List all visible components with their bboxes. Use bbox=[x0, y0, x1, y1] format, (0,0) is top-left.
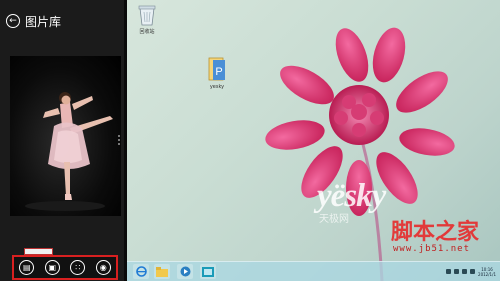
svg-text:P: P bbox=[215, 66, 222, 78]
grid-icon: ∷ bbox=[75, 262, 81, 272]
clock[interactable]: 10:16 2012/1/1 bbox=[478, 267, 496, 277]
back-button[interactable]: ← bbox=[6, 14, 20, 28]
taskbar: 10:16 2012/1/1 bbox=[127, 261, 500, 281]
app-bar-highlight: ▤ ▣ ∷ ◉ bbox=[12, 255, 118, 280]
photos-icon bbox=[202, 266, 214, 277]
app-title: 图片库 bbox=[25, 14, 62, 29]
slideshow-button[interactable]: ▤ bbox=[19, 260, 35, 275]
ballet-photo[interactable] bbox=[10, 56, 121, 216]
folder-taskbar-icon bbox=[156, 266, 168, 277]
snap-header: ← 图片库 bbox=[6, 12, 61, 30]
volume-icon[interactable] bbox=[462, 269, 468, 274]
ie-taskbar-button[interactable] bbox=[133, 264, 149, 279]
system-tray: 10:16 2012/1/1 bbox=[446, 264, 496, 279]
photos-snap-pane: ← 图片库 ▤ ▣ ∷ ◉ bbox=[0, 0, 124, 281]
camera-icon: ◉ bbox=[99, 262, 107, 272]
ballerina-image bbox=[25, 92, 113, 211]
recycle-bin-icon bbox=[138, 4, 156, 26]
folder-shortcut[interactable]: P yesky bbox=[197, 56, 237, 90]
network-icon[interactable] bbox=[454, 269, 460, 274]
keyboard-icon[interactable] bbox=[470, 269, 476, 274]
slideshow-icon: ▤ bbox=[22, 262, 31, 272]
splitter-grip[interactable] bbox=[118, 135, 122, 145]
jb51-url-watermark: www.jb51.net bbox=[393, 244, 471, 254]
clock-date: 2012/1/1 bbox=[478, 271, 496, 277]
ie-icon bbox=[135, 266, 147, 277]
desktop: 回收站 P yesky yësky 天极网 脚本之家 www.jb51.net bbox=[127, 0, 500, 281]
folder-icon: P bbox=[207, 56, 227, 82]
media-player-icon bbox=[180, 266, 190, 277]
flag-icon[interactable] bbox=[446, 269, 452, 274]
set-as-button[interactable]: ▣ bbox=[44, 260, 60, 275]
yesky-subtitle-watermark: 天极网 bbox=[319, 214, 349, 225]
back-arrow-icon: ← bbox=[9, 15, 17, 26]
set-as-icon: ▣ bbox=[48, 262, 57, 272]
recycle-bin-shortcut[interactable]: 回收站 bbox=[127, 4, 167, 35]
camera-button[interactable]: ◉ bbox=[95, 260, 111, 275]
browse-button[interactable]: ∷ bbox=[70, 260, 86, 275]
tooltip bbox=[24, 248, 53, 255]
jb51-watermark: 脚本之家 bbox=[391, 219, 480, 245]
photos-taskbar-button[interactable] bbox=[200, 264, 216, 279]
explorer-taskbar-button[interactable] bbox=[154, 264, 170, 279]
folder-label: yesky bbox=[209, 84, 225, 90]
recycle-bin-label: 回收站 bbox=[139, 29, 155, 35]
media-taskbar-button[interactable] bbox=[177, 264, 193, 279]
